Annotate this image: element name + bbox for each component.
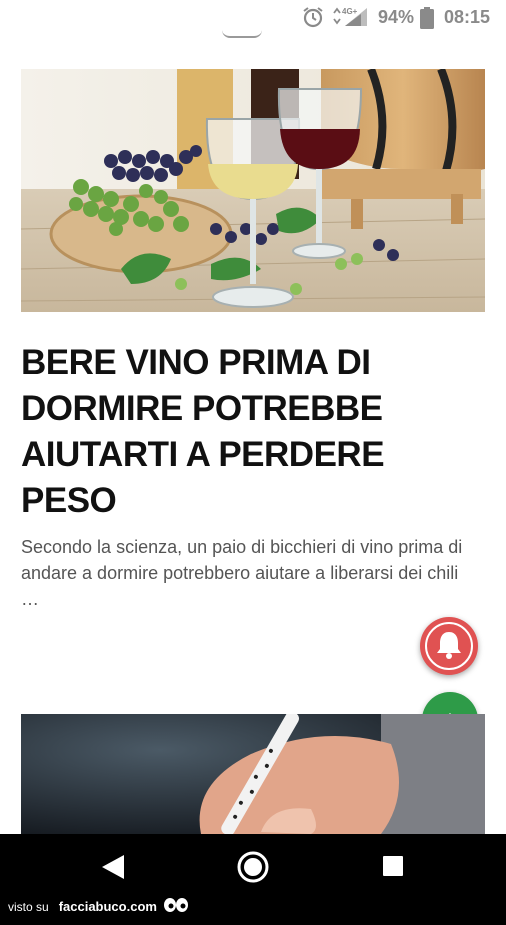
clock: 08:15: [444, 7, 491, 27]
previous-card-edge: [222, 30, 262, 38]
signal-icon: 4G+: [331, 5, 371, 32]
watermark: visto su facciabuco.com: [8, 898, 188, 914]
battery-icon: [420, 7, 434, 34]
second-article-image[interactable]: [21, 714, 485, 834]
article-image[interactable]: [21, 69, 485, 312]
home-icon[interactable]: [236, 850, 270, 884]
bell-icon: [437, 632, 461, 659]
article-excerpt: Secondo la scienza, un paio di bicchieri…: [21, 537, 463, 609]
alarm-icon: [302, 6, 324, 33]
status-bar: 4G+ 94% 08:15: [0, 0, 506, 34]
watermark-site: facciabuco.com: [58, 899, 157, 914]
back-icon[interactable]: [100, 853, 126, 881]
notification-bell-button[interactable]: [420, 617, 478, 675]
article-title[interactable]: BERE VINO PRIMA DI DORMIRE POTREBBE AIUT…: [21, 340, 461, 524]
watermark-prefix: visto su: [8, 900, 49, 914]
battery-percent: 94%: [378, 7, 415, 27]
eyes-logo-icon: [164, 898, 188, 912]
recents-icon[interactable]: [383, 856, 403, 876]
network-label: 4G+: [342, 7, 358, 16]
